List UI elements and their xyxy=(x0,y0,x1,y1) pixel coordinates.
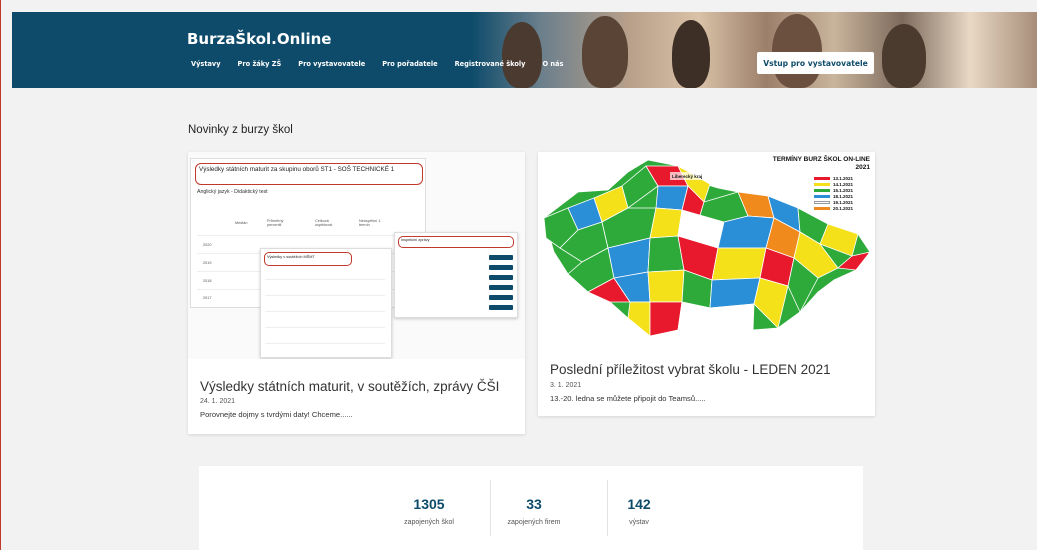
stat-schools: 1305 zapojených škol xyxy=(404,496,454,526)
map-legend: 13.1.2021 14.1.2021 15.1.2021 18.1.2021 … xyxy=(814,176,853,212)
legend-item: 15.1.2021 xyxy=(814,188,853,193)
site-logo[interactable]: BurzaŠkol.Online xyxy=(187,30,331,48)
competitions-preview: Výsledky v soutěžích MŠMT xyxy=(260,248,392,358)
news-card-leden[interactable]: Liberecký kraj TERMÍNY BURZ ŠKOL ON-LINE… xyxy=(538,152,875,416)
news-card-date: 3. 1. 2021 xyxy=(550,382,582,389)
news-card-title[interactable]: Výsledky státních maturit, v soutěžích, … xyxy=(200,379,499,394)
header xyxy=(12,12,1037,88)
news-thumbnail: Liberecký kraj TERMÍNY BURZ ŠKOL ON-LINE… xyxy=(538,152,875,359)
news-card-excerpt: 13.-20. ledna se můžete připojit do Team… xyxy=(550,394,706,403)
hero-photo xyxy=(472,12,1037,88)
news-card-title[interactable]: Poslední příležitost vybrat školu - LEDE… xyxy=(550,362,831,377)
legend-item: 13.1.2021 xyxy=(814,176,853,181)
inspection-preview: Inspekční zprávy xyxy=(394,232,518,318)
stat-exhibitions: 142 výstav xyxy=(627,496,651,526)
results-heading-box: Výsledky státních maturit za skupinu obo… xyxy=(195,163,423,185)
nav-item-o-nas[interactable]: O nás xyxy=(542,60,563,68)
exhibitor-login-button[interactable]: Vstup pro vystavovatele xyxy=(757,52,874,74)
nav-item-pro-poradatele[interactable]: Pro pořadatele xyxy=(382,60,437,68)
main-nav: Výstavy Pro žáky ZŠ Pro vystavovatele Pr… xyxy=(191,60,580,68)
nav-item-vystavy[interactable]: Výstavy xyxy=(191,60,221,68)
map-title: TERMÍNY BURZ ŠKOL ON-LINE 2021 xyxy=(772,156,870,171)
nav-item-pro-vystavovatele[interactable]: Pro vystavovatele xyxy=(298,60,365,68)
nav-item-registrovane-skoly[interactable]: Registrované školy xyxy=(455,60,526,68)
section-title: Novinky z burzy škol xyxy=(188,124,293,136)
news-card-excerpt: Porovnejte dojmy s tvrdými daty! Chceme.… xyxy=(200,410,353,419)
stat-companies: 33 zapojených firem xyxy=(507,496,561,526)
news-card-date: 24. 1. 2021 xyxy=(200,398,236,405)
news-card-maturity[interactable]: Výsledky státních maturit za skupinu obo… xyxy=(188,152,525,434)
legend-item: 20.1.2021 xyxy=(814,206,853,211)
legend-item: 18.1.2021 xyxy=(814,194,853,199)
nav-item-pro-zaky[interactable]: Pro žáky ZŠ xyxy=(238,60,282,68)
news-thumbnail: Výsledky státních maturit za skupinu obo… xyxy=(188,152,525,359)
stats-panel: 1305 zapojených škol 33 zapojených firem… xyxy=(199,466,863,550)
page: BurzaŠkol.Online Výstavy Pro žáky ZŠ Pro… xyxy=(0,0,1037,550)
legend-item: 19.1.2021 xyxy=(814,200,853,205)
svg-text:Liberecký kraj: Liberecký kraj xyxy=(672,174,702,179)
legend-item: 14.1.2021 xyxy=(814,182,853,187)
